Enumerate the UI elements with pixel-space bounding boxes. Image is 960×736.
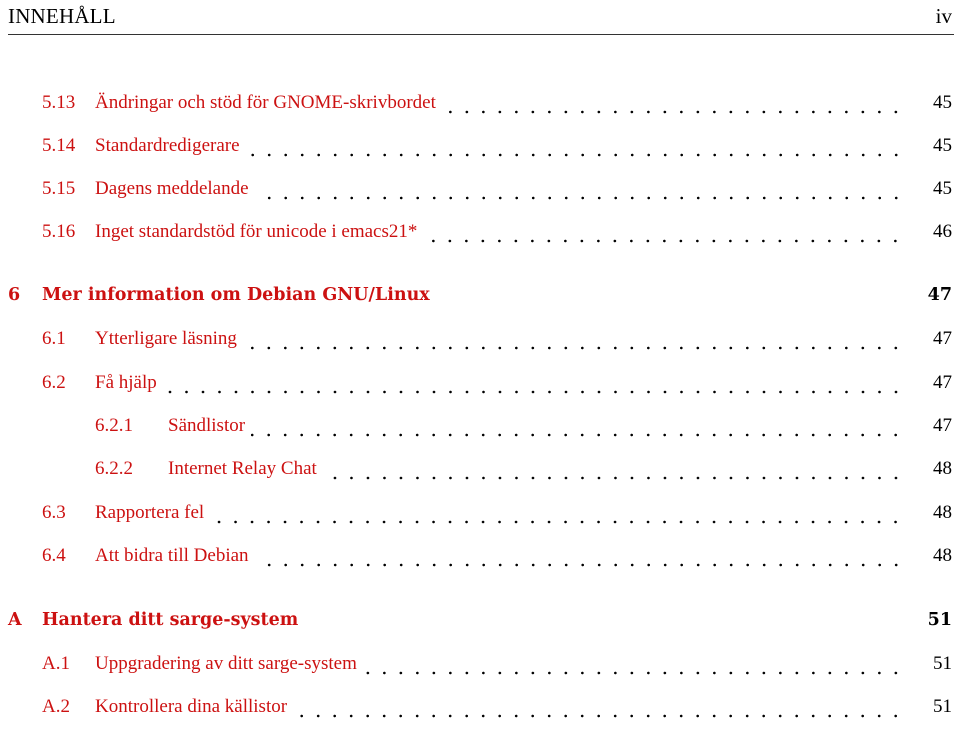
- dot-leader: [210, 520, 904, 524]
- toc-entry-title[interactable]: Inget standardstöd för unicode i emacs21…: [95, 221, 417, 243]
- toc-entry[interactable]: 5.13 Ändringar och stöd för GNOME-skrivbo…: [0, 92, 960, 132]
- toc-entry[interactable]: 6.3 Rapportera fel 48: [0, 502, 960, 542]
- toc-entry-page[interactable]: 48: [912, 458, 952, 480]
- dot-leader: [293, 714, 904, 718]
- toc-entry-number: 6: [8, 285, 21, 305]
- toc-entry-number: 6.1: [42, 328, 66, 349]
- toc-entry-title[interactable]: Ytterligare läsning: [95, 328, 237, 350]
- toc-entry-page[interactable]: 45: [912, 92, 952, 114]
- toc-entry[interactable]: A Hantera ditt sarge-system 51: [0, 610, 960, 650]
- dot-leader: [242, 346, 904, 350]
- toc-entry-page[interactable]: 51: [912, 696, 952, 718]
- dot-leader: [441, 110, 904, 114]
- toc-entry-title[interactable]: Mer information om Debian GNU/Linux: [42, 285, 430, 305]
- toc-entry-page[interactable]: 47: [912, 372, 952, 394]
- toc-entry[interactable]: 6 Mer information om Debian GNU/Linux 47: [0, 285, 960, 325]
- toc-entry-number: 6.2.2: [95, 458, 133, 479]
- toc-entry[interactable]: A.1 Uppgradering av ditt sarge-system 51: [0, 653, 960, 693]
- toc-entry-page[interactable]: 48: [912, 545, 952, 567]
- toc-entry-title[interactable]: Ändringar och stöd för GNOME-skrivbordet: [95, 92, 436, 114]
- toc-entry[interactable]: 6.2.2 Internet Relay Chat 48: [0, 458, 960, 498]
- dot-leader: [245, 153, 904, 157]
- dot-leader: [362, 671, 904, 675]
- toc-entry-title[interactable]: Sändlistor: [168, 415, 245, 437]
- toc-entry[interactable]: A.2 Kontrollera dina källistor 51: [0, 696, 960, 736]
- toc-entry[interactable]: 6.4 Att bidra till Debian 48: [0, 545, 960, 585]
- header-title: INNEHÅLL: [8, 4, 116, 28]
- toc-entry[interactable]: 5.14 Standardredigerare 45: [0, 135, 960, 175]
- toc-entry[interactable]: 6.2.1 Sändlistor 47: [0, 415, 960, 455]
- toc-entry-title[interactable]: Dagens meddelande: [95, 178, 249, 200]
- dot-leader: [322, 476, 904, 480]
- dot-leader: [251, 433, 904, 437]
- dot-leader: [423, 239, 904, 243]
- toc-entry-page[interactable]: 48: [912, 502, 952, 524]
- toc-entry-title[interactable]: Kontrollera dina källistor: [95, 696, 287, 718]
- dot-leader: [162, 390, 904, 394]
- toc-entry-title[interactable]: Standardredigerare: [95, 135, 240, 157]
- toc-entry-page[interactable]: 46: [912, 221, 952, 243]
- toc-entry[interactable]: 6.2 Få hjälp 47: [0, 372, 960, 412]
- toc-entry-number: 5.15: [42, 178, 76, 199]
- toc-entry-page[interactable]: 45: [912, 178, 952, 200]
- toc-entry-title[interactable]: Rapportera fel: [95, 502, 204, 524]
- toc-entry-number: 6.3: [42, 502, 66, 523]
- toc-entry-page[interactable]: 51: [912, 610, 952, 630]
- toc-entry-number: 5.14: [42, 135, 76, 156]
- toc-entry-page[interactable]: 47: [912, 285, 952, 305]
- dot-leader: [254, 196, 904, 200]
- toc-entry-page[interactable]: 51: [912, 653, 952, 675]
- toc-entry-page[interactable]: 47: [912, 328, 952, 350]
- toc-entry-number: A.2: [42, 696, 70, 717]
- toc-entry-number: A.1: [42, 653, 70, 674]
- toc-entry-number: A: [8, 610, 22, 630]
- toc-entry-title[interactable]: Uppgradering av ditt sarge-system: [95, 653, 357, 675]
- toc-entry[interactable]: 6.1 Ytterligare läsning 47: [0, 328, 960, 368]
- toc-entry-title[interactable]: Få hjälp: [95, 372, 157, 394]
- toc-entry-number: 6.2.1: [95, 415, 133, 436]
- toc-entry-number: 5.13: [42, 92, 76, 113]
- toc-entry[interactable]: 5.16 Inget standardstöd för unicode i ema…: [0, 221, 960, 261]
- toc-entry-number: 5.16: [42, 221, 76, 242]
- toc-entry[interactable]: 5.15 Dagens meddelande 45: [0, 178, 960, 218]
- toc-entry-page[interactable]: 47: [912, 415, 952, 437]
- running-header: INNEHÅLL iv: [8, 0, 954, 35]
- toc-entry-title[interactable]: Att bidra till Debian: [95, 545, 249, 567]
- toc-entry-title[interactable]: Hantera ditt sarge-system: [42, 610, 298, 630]
- toc-entry-number: 6.2: [42, 372, 66, 393]
- dot-leader: [254, 563, 904, 567]
- page-number: iv: [935, 4, 952, 28]
- toc-entry-title[interactable]: Internet Relay Chat: [168, 458, 317, 480]
- toc-entry-page[interactable]: 45: [912, 135, 952, 157]
- toc-entry-number: 6.4: [42, 545, 66, 566]
